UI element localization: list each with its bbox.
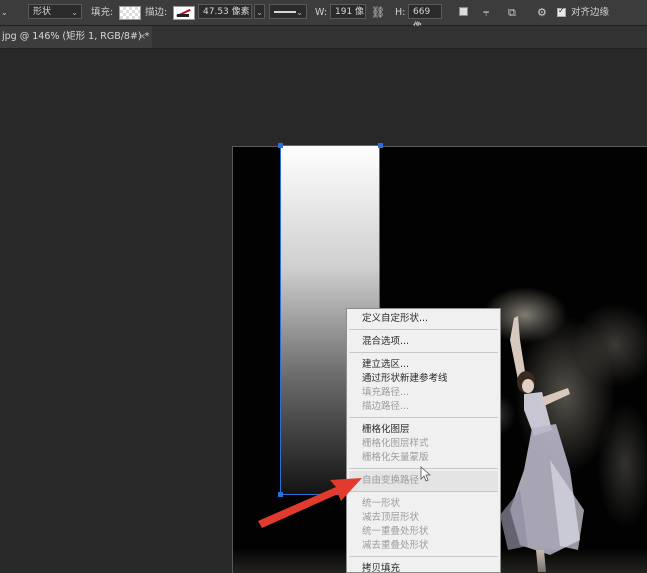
context-menu-item[interactable]: 统一重叠处形状	[362, 525, 429, 538]
document-tab-title: jpg @ 146% (矩形 1, RGB/8#) *	[2, 31, 150, 42]
context-menu: 定义自定形状... 混合选项... 建立选区... 通过形状新建参考线 填充路径... 描…	[346, 308, 501, 573]
chevron-down-icon: ⌄	[296, 8, 303, 17]
height-field[interactable]: 669 像	[408, 4, 442, 32]
align-edges-checkbox[interactable]	[557, 6, 566, 17]
context-menu-item[interactable]: 建立选区...	[362, 358, 409, 371]
stroke-swatch[interactable]	[173, 6, 195, 20]
context-menu-item[interactable]: 栅格化矢量蒙版	[362, 451, 429, 464]
fill-swatch[interactable]	[119, 6, 141, 20]
context-menu-item[interactable]: 统一形状	[362, 497, 400, 510]
tool-preset-chevron-icon[interactable]: ⌄	[1, 4, 8, 21]
transform-handle-bottom-left[interactable]	[278, 492, 283, 497]
path-arrangement-icon[interactable]: ⧉	[508, 4, 516, 21]
menu-separator	[349, 329, 498, 330]
transform-handle-top-left[interactable]	[278, 143, 283, 148]
shape-mode-value: 形状	[33, 7, 52, 17]
close-icon[interactable]: ×	[138, 26, 146, 48]
chevron-down-icon: ⌄	[71, 8, 78, 17]
context-menu-item[interactable]: 混合选项...	[362, 335, 409, 348]
context-menu-item[interactable]: 自由变换路径	[362, 474, 419, 487]
width-field[interactable]: 191 像	[330, 4, 366, 19]
menu-separator	[349, 491, 498, 492]
path-operations-icon[interactable]	[459, 7, 468, 16]
shape-mode-dropdown[interactable]: 形状 ⌄	[28, 4, 82, 19]
context-menu-item[interactable]: 减去重叠处形状	[362, 539, 429, 552]
mouse-cursor-icon	[420, 466, 432, 482]
stroke-width-dropdown[interactable]: ⌄	[254, 4, 265, 19]
document-tab[interactable]: jpg @ 146% (矩形 1, RGB/8#) * ×	[0, 26, 152, 48]
fill-label: 填充:	[91, 7, 114, 18]
context-menu-item[interactable]: 拷贝填充	[362, 562, 400, 572]
gear-icon[interactable]: ⚙	[537, 4, 547, 21]
context-menu-item[interactable]: 定义自定形状...	[362, 312, 428, 325]
menu-separator	[349, 417, 498, 418]
stroke-label: 描边:	[145, 7, 168, 18]
transform-handle-top-right[interactable]	[378, 143, 383, 148]
context-menu-item[interactable]: 减去顶层形状	[362, 511, 419, 524]
path-alignment-icon[interactable]: ⫧	[483, 4, 489, 21]
context-menu-item[interactable]: 栅格化图层样式	[362, 437, 429, 450]
options-bar: ⌄ 形状 ⌄ 填充: 描边: 47.53 像素 ⌄ ⌄ W: 191 像 ⛓ H…	[0, 0, 647, 32]
menu-separator	[349, 556, 498, 557]
align-edges-label: 对齐边缘	[571, 7, 610, 18]
stroke-line-icon	[274, 11, 296, 13]
stroke-width-value: 47.53 像素	[203, 7, 250, 17]
dancer-image	[500, 316, 584, 572]
height-label: H:	[395, 7, 406, 18]
chevron-down-icon: ⌄	[256, 8, 263, 17]
context-menu-item[interactable]: 通过形状新建参考线	[362, 372, 448, 385]
width-label: W:	[315, 7, 328, 18]
width-value: 191 像	[335, 7, 365, 17]
context-menu-item[interactable]: 填充路径...	[362, 386, 409, 399]
stroke-width-field[interactable]: 47.53 像素	[198, 4, 252, 19]
menu-separator	[349, 352, 498, 353]
context-menu-item[interactable]: 描边路径...	[362, 400, 409, 413]
stroke-type-dropdown[interactable]: ⌄	[269, 4, 307, 19]
context-menu-item[interactable]: 栅格化图层	[362, 423, 410, 436]
document-tab-bar: jpg @ 146% (矩形 1, RGB/8#) * ×	[0, 26, 647, 49]
link-icon[interactable]: ⛓	[371, 4, 385, 21]
